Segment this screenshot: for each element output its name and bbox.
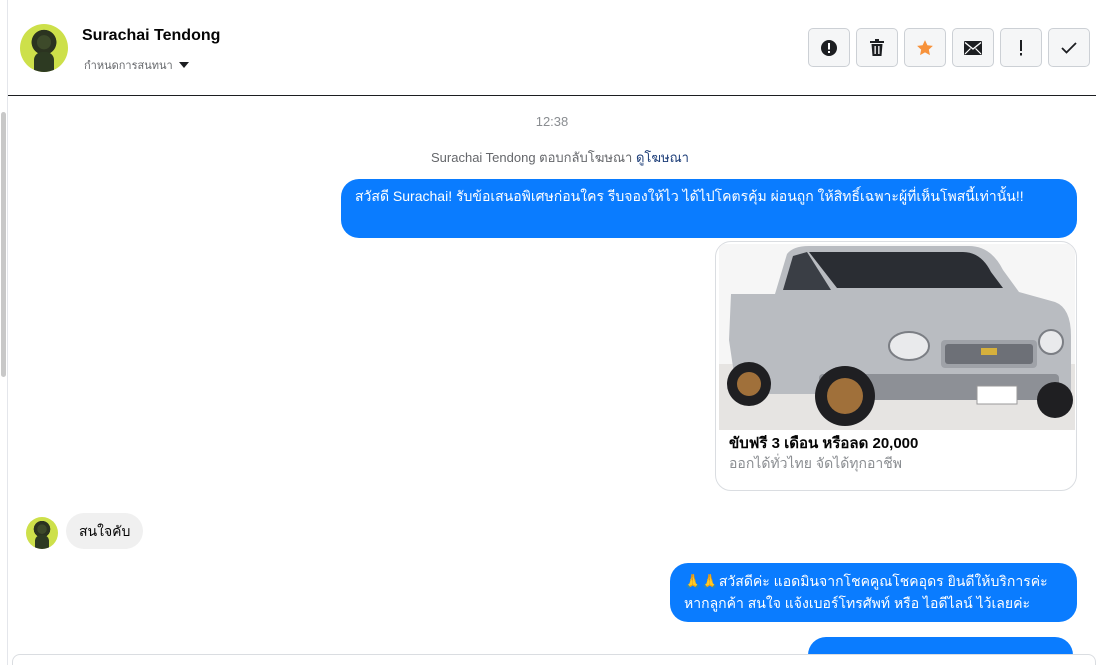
checkmark-icon xyxy=(1061,41,1077,54)
trash-icon xyxy=(870,38,884,56)
contact-name[interactable]: Surachai Tendong xyxy=(82,27,220,45)
important-button[interactable] xyxy=(1000,28,1042,67)
message-thread[interactable]: 12:38 Surachai Tendong ตอบกลับโฆษณา ดูโฆ… xyxy=(8,97,1096,665)
outgoing-message[interactable]: 🙏🙏สวัสดีค่ะ แอดมินจากโชคคูณโชคอุดร ยินดี… xyxy=(670,563,1077,622)
mark-done-button[interactable] xyxy=(1048,28,1090,67)
sender-avatar[interactable] xyxy=(26,517,58,549)
ad-card[interactable]: ขับฟรี 3 เดือน หรือลด 20,000 ออกได้ทั่วไ… xyxy=(715,241,1077,491)
message-timestamp: 12:38 xyxy=(535,114,569,129)
contact-avatar[interactable] xyxy=(20,24,68,72)
mark-unread-button[interactable] xyxy=(952,28,994,67)
pickup-truck-image[interactable] xyxy=(719,244,1075,430)
left-scroll-track[interactable] xyxy=(0,0,8,665)
message-composer[interactable] xyxy=(12,654,1096,665)
ad-reply-notice: Surachai Tendong ตอบกลับโฆษณา ดูโฆษณา xyxy=(8,147,1096,168)
ad-card-title[interactable]: ขับฟรี 3 เดือน หรือลด 20,000 xyxy=(729,431,918,455)
envelope-icon xyxy=(964,40,982,55)
conversation-settings-label: กำหนดการสนทนา xyxy=(84,60,173,72)
ad-reply-text: Surachai Tendong ตอบกลับโฆษณา xyxy=(431,150,633,165)
exclamation-icon xyxy=(1020,39,1022,55)
view-ad-link[interactable]: ดูโฆษณา xyxy=(636,150,689,165)
delete-button[interactable] xyxy=(856,28,898,67)
truck-illustration xyxy=(719,244,1075,430)
messenger-window: Surachai Tendong กำหนดการสนทนา 12:38 Sur… xyxy=(0,0,1096,665)
incoming-message[interactable]: สนใจคับ xyxy=(66,513,144,549)
scrollbar-thumb[interactable] xyxy=(1,112,6,377)
conversation-toolbar xyxy=(808,28,1090,67)
chevron-down-icon xyxy=(178,62,189,68)
conversation-header: Surachai Tendong กำหนดการสนทนา xyxy=(8,0,1096,96)
star-button[interactable] xyxy=(904,28,946,67)
conversation-settings-dropdown[interactable]: กำหนดการสนทนา xyxy=(84,56,189,74)
outgoing-message[interactable]: สวัสดี Surachai! รับข้อเสนอพิเศษก่อนใคร … xyxy=(341,179,1077,238)
alert-circle-icon xyxy=(821,39,837,56)
star-icon xyxy=(917,39,933,55)
spam-alert-button[interactable] xyxy=(808,28,850,67)
ad-card-subtitle: ออกได้ทั่วไทย จัดได้ทุกอาชีพ xyxy=(729,455,903,471)
